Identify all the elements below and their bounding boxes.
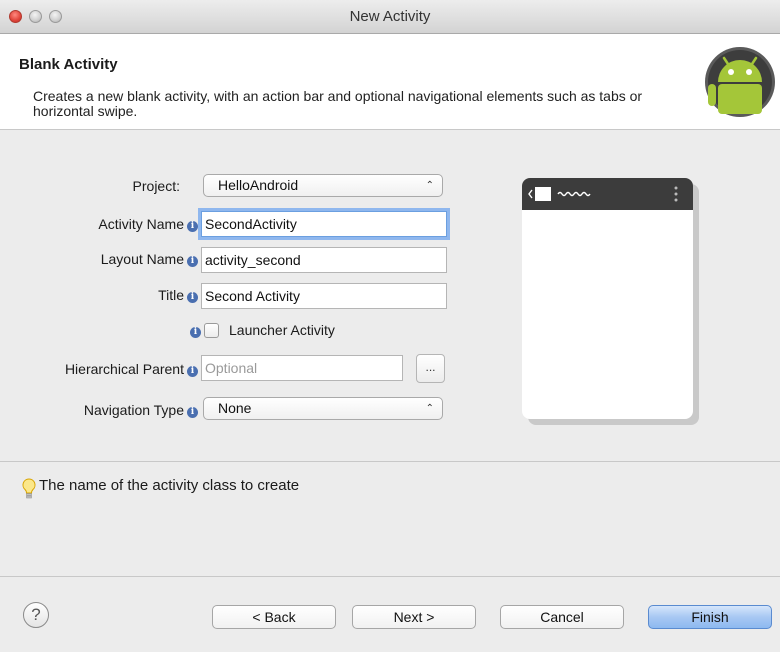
activity-preview-thumbnail <box>522 178 693 419</box>
message-area: The name of the activity class to create <box>0 462 780 576</box>
launcher-activity-label[interactable]: Launcher Activity <box>229 320 335 340</box>
lightbulb-icon <box>22 478 36 499</box>
select-arrows-icon: ⌃ <box>425 403 434 414</box>
window-title: New Activity <box>349 8 431 25</box>
activity-name-field[interactable]: SecondActivity <box>201 211 447 237</box>
help-button[interactable]: ? <box>23 602 49 628</box>
info-icon: i <box>187 407 198 418</box>
title-bar: New Activity <box>0 0 780 34</box>
cancel-button[interactable]: Cancel <box>500 605 624 629</box>
navigation-type-select[interactable]: None ⌃ <box>203 397 443 420</box>
wizard-header: Blank Activity Creates a new blank activ… <box>0 34 780 130</box>
wizard-page-description: Creates a new blank activity, with an ac… <box>33 88 643 119</box>
info-icon: i <box>190 327 201 338</box>
hierarchical-parent-label: Hierarchical Parent i <box>8 359 198 379</box>
hierarchical-parent-field[interactable]: Optional <box>201 355 403 381</box>
browse-parent-button[interactable]: ... <box>416 354 445 383</box>
navigation-type-label: Navigation Type i <box>20 400 198 420</box>
android-logo-icon <box>705 47 775 117</box>
title-field[interactable]: Second Activity <box>201 283 447 309</box>
back-button[interactable]: < Back <box>212 605 336 629</box>
info-icon: i <box>187 256 198 267</box>
navigation-type-select-value: None <box>218 400 252 416</box>
next-button[interactable]: Next > <box>352 605 476 629</box>
info-icon: i <box>187 221 198 232</box>
divider <box>0 576 780 577</box>
project-select-value: HelloAndroid <box>218 177 299 193</box>
activity-name-label: Activity Name i <box>20 214 198 234</box>
title-label: Title i <box>20 285 198 305</box>
preview-action-bar <box>522 178 693 210</box>
project-label: Project: <box>132 178 180 194</box>
message-text: The name of the activity class to create <box>39 477 300 494</box>
layout-name-label: Layout Name i <box>20 249 198 269</box>
launcher-activity-checkbox[interactable] <box>204 323 219 338</box>
info-icon: i <box>187 292 198 303</box>
project-select[interactable]: HelloAndroid ⌃ <box>203 174 443 197</box>
action-bar-mock-icon <box>528 186 678 202</box>
select-arrows-icon: ⌃ <box>425 180 434 191</box>
wizard-page-title: Blank Activity <box>19 56 118 73</box>
layout-name-field[interactable]: activity_second <box>201 247 447 273</box>
finish-button[interactable]: Finish <box>648 605 772 629</box>
activity-form: Project: HelloAndroid ⌃ Activity Name i S… <box>0 131 780 462</box>
info-icon: i <box>187 366 198 377</box>
